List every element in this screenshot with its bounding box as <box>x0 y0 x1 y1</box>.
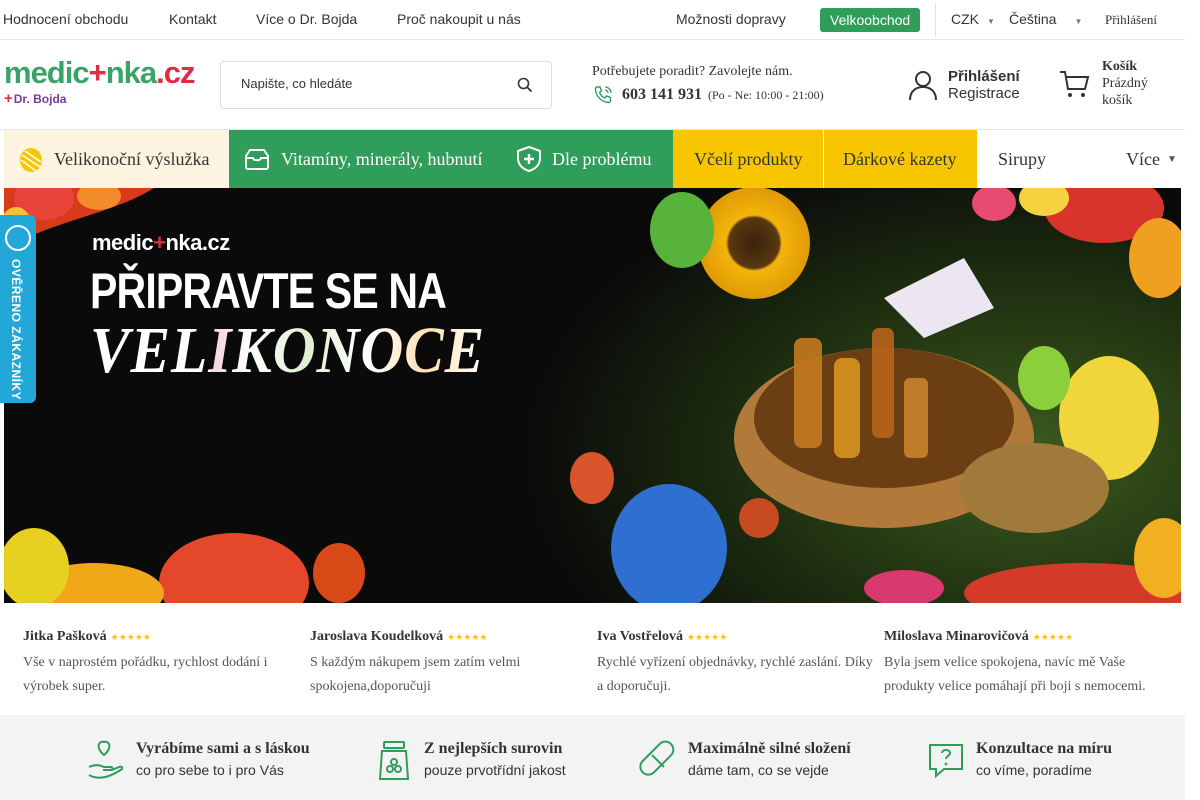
hero-banner[interactable]: medic+nka.cz PŘIPRAVTE SE NA VELIKONOCE <box>4 188 1181 603</box>
search-input[interactable] <box>241 76 511 91</box>
review-text: S každým nákupem jsem zatím velmi spokoj… <box>310 655 521 694</box>
feature-item: Konzultace na míru co víme, poradíme <box>926 739 1112 783</box>
star-rating-icon: ★★★★★ <box>110 632 151 642</box>
verified-by-customers-badge[interactable]: OVĚŘENO ZÁKAZNÍKY <box>0 215 36 403</box>
review-author: Jaroslava Koudelková <box>310 629 444 644</box>
verified-seal-icon <box>5 225 31 251</box>
customer-reviews: Jitka Pašková ★★★★★ Vše v naprostém pořád… <box>0 603 1185 715</box>
chevron-down-icon: ▼ <box>987 17 995 26</box>
category-label: Více <box>1126 148 1160 169</box>
account-area[interactable]: Přihlášení Registrace <box>908 68 1020 102</box>
feature-item: Vyrábíme sami a s láskou co pro sebe to … <box>86 739 310 783</box>
category-more[interactable]: Více ▼ <box>1126 130 1185 188</box>
feature-subtitle: dáme tam, co se vejde <box>688 762 829 778</box>
category-easter[interactable]: Velikonoční výslužka <box>4 130 229 188</box>
review-author: Iva Vostřelová <box>597 629 683 644</box>
star-rating-icon: ★★★★★ <box>686 632 728 642</box>
category-label: Vitamíny, minerály, hubnutí <box>281 148 483 169</box>
category-label: Dárkové kazety <box>843 148 957 169</box>
link-shipping-options[interactable]: Možnosti dopravy <box>676 11 786 27</box>
heart-hand-icon <box>88 740 124 779</box>
feature-subtitle: co víme, poradíme <box>976 762 1092 778</box>
site-header: medic+nka.cz +Dr. Bojda Potřebujete pora… <box>0 40 1185 130</box>
feature-title: Konzultace na míru <box>976 740 1112 757</box>
category-syrups[interactable]: Sirupy <box>977 130 1097 188</box>
review-card: Jaroslava Koudelková ★★★★★ S každým nákup… <box>310 627 590 699</box>
search-box <box>220 61 552 109</box>
review-text: Byla jsem velice spokojena, navíc mě Vaš… <box>884 655 1146 694</box>
topbar-login-link[interactable]: Přihlášení <box>1105 12 1157 28</box>
feature-subtitle: co pro sebe to i pro Vás <box>136 762 284 778</box>
feature-item: Maximálně silné složení dáme tam, co se … <box>638 739 851 783</box>
cart-title: Košík <box>1102 59 1138 74</box>
category-bee-products[interactable]: Včelí produkty <box>673 130 823 188</box>
category-nav: Velikonoční výslužka Vitamíny, minerály,… <box>4 130 1185 188</box>
language-selector[interactable]: Čeština ▼ <box>1009 11 1082 27</box>
search-icon[interactable] <box>517 77 533 93</box>
link-why-shop[interactable]: Proč nakoupit u nás <box>397 11 521 27</box>
feature-subtitle: pouze prvotřídní jakost <box>424 762 566 778</box>
feature-strip: Vyrábíme sami a s láskou co pro sebe to … <box>0 715 1185 800</box>
feature-item: Z nejlepších surovin pouze prvotřídní ja… <box>374 739 566 783</box>
egg-icon <box>20 148 42 172</box>
site-logo[interactable]: medic+nka.cz +Dr. Bojda <box>4 57 196 108</box>
category-label: Sirupy <box>998 148 1047 169</box>
banner-logo: medic+nka.cz <box>92 230 230 255</box>
currency-selector[interactable]: CZK ▼ <box>951 11 995 27</box>
phone-hours: (Po - Ne: 10:00 - 21:00) <box>708 87 824 102</box>
review-author: Jitka Pašková <box>23 629 107 644</box>
shield-plus-icon <box>517 145 541 173</box>
link-store-rating[interactable]: Hodnocení obchodu <box>3 11 128 27</box>
account-register-link[interactable]: Registrace <box>948 85 1020 102</box>
jar-icon <box>378 741 410 780</box>
star-rating-icon: ★★★★★ <box>447 632 488 642</box>
feature-title: Z nejlepších surovin <box>424 740 563 757</box>
banner-headline: PŘIPRAVTE SE NA <box>90 263 447 319</box>
feature-title: Vyrábíme sami a s láskou <box>136 740 310 757</box>
star-rating-icon: ★★★★★ <box>1032 632 1074 642</box>
chevron-down-icon: ▼ <box>1166 153 1177 165</box>
review-card: Miloslava Minarovičová ★★★★★ Byla jsem ve… <box>884 627 1164 699</box>
category-label: Velikonoční výslužka <box>54 148 210 169</box>
category-label: Včelí produkty <box>694 148 803 169</box>
phone-prompt: Potřebujete poradit? Zavolejte nám. <box>592 64 793 79</box>
category-gift-boxes[interactable]: Dárkové kazety <box>824 130 977 188</box>
cart-icon <box>1060 71 1090 97</box>
chevron-down-icon: ▼ <box>1074 17 1083 26</box>
user-icon <box>909 71 937 101</box>
top-bar: Hodnocení obchodu Kontakt Více o Dr. Boj… <box>0 0 1185 40</box>
pill-icon <box>639 740 675 776</box>
review-text: Vše v naprostém pořádku, rychlost dodání… <box>23 655 268 694</box>
category-vitamins[interactable]: Vitamíny, minerály, hubnutí <box>229 130 502 188</box>
category-label: Dle problému <box>552 148 652 169</box>
cart[interactable]: Košík Prázdný košík <box>1058 58 1148 109</box>
review-author: Miloslava Minarovičová <box>884 629 1029 644</box>
banner-headline-easter: VELIKONOCE <box>90 314 486 387</box>
review-card: Jitka Pašková ★★★★★ Vše v naprostém pořád… <box>23 627 303 699</box>
category-by-problem[interactable]: Dle problému <box>502 130 673 188</box>
question-chat-icon <box>929 744 963 779</box>
topbar-divider <box>935 4 936 36</box>
cart-status: Prázdný košík <box>1102 76 1148 108</box>
account-login-link[interactable]: Přihlášení <box>948 68 1020 85</box>
phone-icon <box>594 86 612 104</box>
review-text: Rychlé vyřízení objednávky, rychlé zaslá… <box>597 655 873 694</box>
review-card: Iva Vostřelová ★★★★★ Rychlé vyřízení obje… <box>597 627 877 699</box>
phone-contact: Potřebujete poradit? Zavolejte nám. 603 … <box>592 64 824 106</box>
link-about-dr-bojda[interactable]: Více o Dr. Bojda <box>256 11 357 27</box>
feature-title: Maximálně silné složení <box>688 740 851 757</box>
box-icon <box>245 149 269 170</box>
phone-number[interactable]: 603 141 931 <box>622 86 702 104</box>
wholesale-button[interactable]: Velkoobchod <box>820 8 921 32</box>
link-contact[interactable]: Kontakt <box>169 11 216 27</box>
